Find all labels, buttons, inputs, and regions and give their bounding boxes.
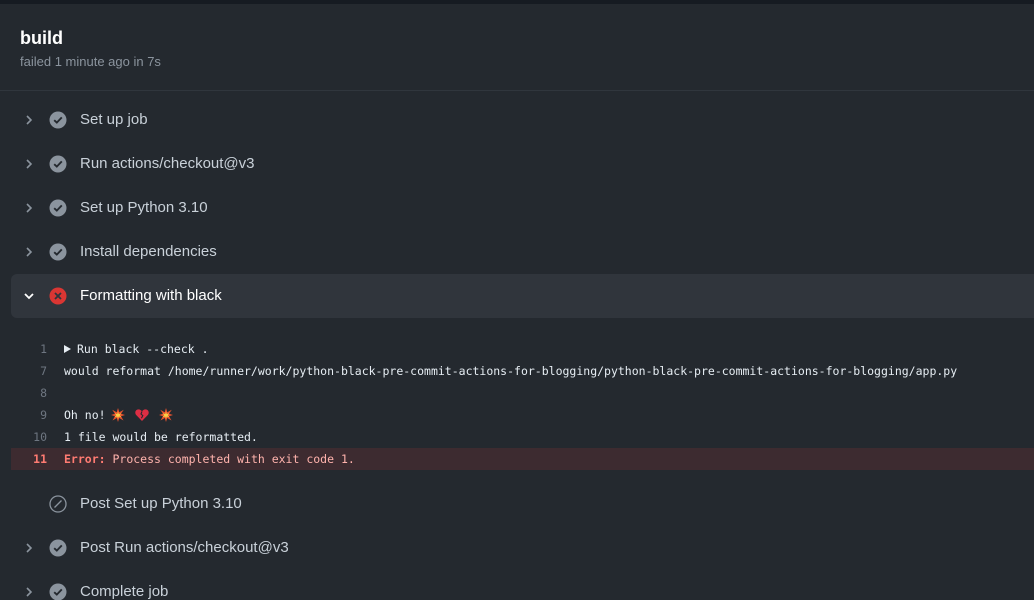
- step-set-up-job[interactable]: Set up job: [0, 98, 1034, 142]
- step-install-dependencies[interactable]: Install dependencies: [0, 230, 1034, 274]
- error-prefix: Error:: [64, 452, 106, 466]
- chevron-right-icon: [20, 542, 37, 554]
- chevron-down-icon: [20, 291, 37, 301]
- line-number[interactable]: 11: [11, 452, 64, 466]
- step-run-checkout[interactable]: Run actions/checkout@v3: [0, 142, 1034, 186]
- chevron-right-icon: [20, 158, 37, 170]
- log-text: Process completed with exit code 1.: [105, 452, 355, 466]
- step-label: Complete job: [80, 583, 169, 600]
- step-set-up-python[interactable]: Set up Python 3.10: [0, 186, 1034, 230]
- log-text: Run black --check .: [77, 342, 209, 356]
- check-circle-icon: [49, 583, 67, 600]
- check-circle-icon: [49, 243, 67, 261]
- step-post-set-up-python[interactable]: Post Set up Python 3.10: [0, 482, 1034, 526]
- collision-icon: [110, 408, 125, 422]
- step-label: Set up Python 3.10: [80, 199, 208, 216]
- steps-list: Set up job Run actions/checkout@v3 Set u…: [0, 98, 1034, 600]
- log-text: would reformat /home/runner/work/python-…: [64, 364, 958, 378]
- skipped-icon: [49, 495, 67, 513]
- log-line[interactable]: 10 1 file would be reformatted.: [0, 426, 1034, 448]
- log-line[interactable]: 9 Oh no!: [0, 404, 1034, 426]
- step-formatting-with-black[interactable]: Formatting with black: [11, 274, 1034, 318]
- line-number[interactable]: 9: [0, 408, 64, 422]
- check-circle-icon: [49, 111, 67, 129]
- chevron-right-icon: [20, 586, 37, 598]
- step-label: Formatting with black: [80, 287, 222, 304]
- broken-heart-icon: [134, 409, 149, 421]
- log-text: 1 file would be reformatted.: [64, 430, 258, 444]
- step-label: Run actions/checkout@v3: [80, 155, 255, 172]
- job-title: build: [20, 28, 63, 48]
- step-complete-job[interactable]: Complete job: [0, 570, 1034, 600]
- x-circle-icon: [49, 287, 67, 305]
- check-circle-icon: [49, 199, 67, 217]
- log-line-error[interactable]: 11 Error: Process completed with exit co…: [11, 448, 1034, 470]
- expand-triangle-icon[interactable]: [64, 345, 71, 353]
- step-label: Install dependencies: [80, 243, 217, 260]
- step-label: Post Run actions/checkout@v3: [80, 539, 289, 556]
- line-number[interactable]: 10: [0, 430, 64, 444]
- step-post-run-checkout[interactable]: Post Run actions/checkout@v3: [0, 526, 1034, 570]
- chevron-right-icon: [20, 246, 37, 258]
- chevron-right-icon: [20, 114, 37, 126]
- collision-icon: [158, 408, 173, 422]
- log-line[interactable]: 1 Run black --check .: [0, 338, 1034, 360]
- line-number[interactable]: 7: [0, 364, 64, 378]
- check-circle-icon: [49, 539, 67, 557]
- line-number[interactable]: 8: [0, 386, 64, 400]
- log-line[interactable]: 8: [0, 382, 1034, 404]
- check-circle-icon: [49, 155, 67, 173]
- job-header: build failed 1 minute ago in 7s: [0, 4, 1034, 91]
- log-line[interactable]: 7 would reformat /home/runner/work/pytho…: [0, 360, 1034, 382]
- step-label: Set up job: [80, 111, 148, 128]
- step-label: Post Set up Python 3.10: [80, 495, 242, 512]
- line-number[interactable]: 1: [0, 342, 64, 356]
- log-text: Oh no!: [64, 408, 106, 422]
- step-log: 1 Run black --check . 7 would reformat /…: [0, 318, 1034, 482]
- chevron-right-icon: [20, 202, 37, 214]
- job-status-meta: failed 1 minute ago in 7s: [20, 54, 161, 69]
